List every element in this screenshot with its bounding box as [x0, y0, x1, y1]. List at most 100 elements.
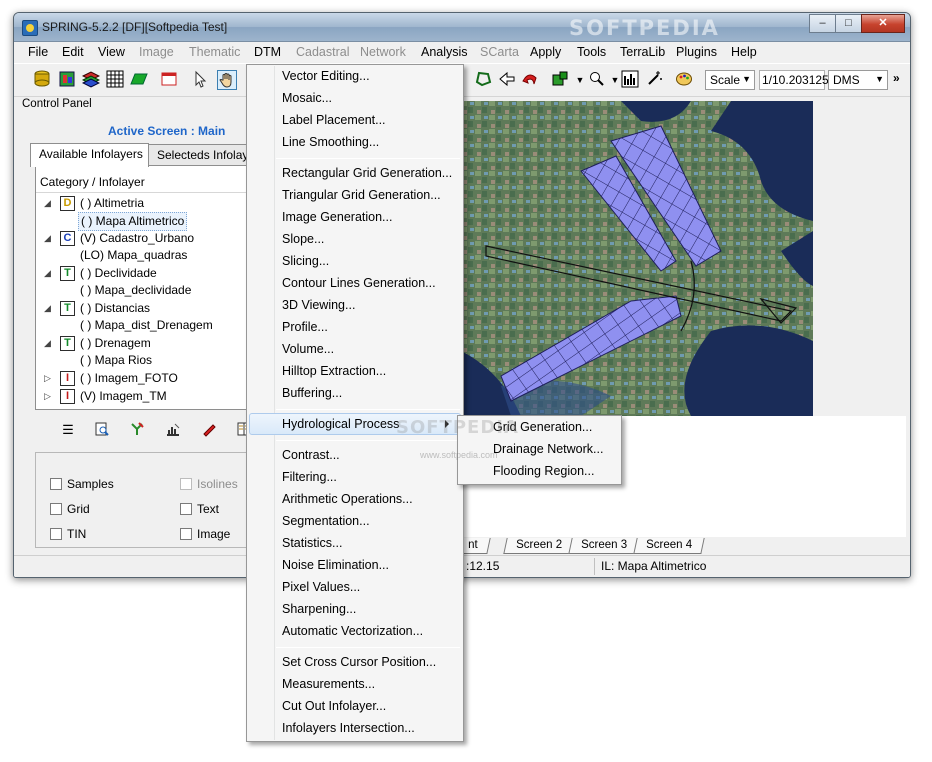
- histogram-icon[interactable]: [620, 70, 640, 90]
- grid-checkbox[interactable]: Grid: [50, 502, 90, 516]
- menu-help[interactable]: Help: [731, 45, 757, 59]
- undo-icon[interactable]: [520, 70, 540, 90]
- parallelogram-icon[interactable]: [129, 70, 149, 90]
- checkbox-label: Grid: [67, 502, 90, 516]
- image-checkbox[interactable]: Image: [180, 527, 230, 541]
- menu-cadastral[interactable]: Cadastral: [296, 45, 350, 59]
- menu-item-contrast[interactable]: Contrast...: [282, 444, 340, 466]
- isolines-checkbox[interactable]: Isolines: [180, 477, 238, 491]
- menu-item-mosaic[interactable]: Mosaic...: [282, 87, 332, 109]
- pen-icon[interactable]: [200, 421, 218, 439]
- menu-analysis[interactable]: Analysis: [421, 45, 468, 59]
- sparkle-icon[interactable]: [644, 70, 664, 90]
- menu-item-cut-out-infolayer[interactable]: Cut Out Infolayer...: [282, 695, 386, 717]
- menu-item-image-generation[interactable]: Image Generation...: [282, 206, 392, 228]
- toolbar-overflow-button[interactable]: »: [893, 71, 900, 85]
- scale-select[interactable]: Scale: [705, 70, 755, 90]
- expand-arrow-icon[interactable]: ◢: [44, 230, 51, 247]
- menu-item-rectangular-grid[interactable]: Rectangular Grid Generation...: [282, 162, 452, 184]
- menu-item-slicing[interactable]: Slicing...: [282, 250, 329, 272]
- menu-terralib[interactable]: TerraLib: [620, 45, 665, 59]
- expand-arrow-icon[interactable]: ◢: [44, 300, 51, 317]
- menu-item-automatic-vectorization[interactable]: Automatic Vectorization...: [282, 620, 423, 642]
- menu-item-measurements[interactable]: Measurements...: [282, 673, 375, 695]
- menu-item-slope[interactable]: Slope...: [282, 228, 324, 250]
- database-icon[interactable]: [32, 70, 52, 90]
- title-bar[interactable]: SPRING-5.2.2 [DF][Softpedia Test] SOFTPE…: [14, 13, 910, 42]
- minimize-button[interactable]: –: [809, 14, 836, 33]
- arrow-left-icon[interactable]: [497, 70, 517, 90]
- polygon-select-icon[interactable]: [473, 70, 493, 90]
- softpedia-watermark: SOFTPEDIA: [569, 16, 720, 40]
- menu-apply[interactable]: Apply: [530, 45, 561, 59]
- menu-item-profile[interactable]: Profile...: [282, 316, 328, 338]
- menu-item-volume[interactable]: Volume...: [282, 338, 334, 360]
- menu-item-contour-lines[interactable]: Contour Lines Generation...: [282, 272, 436, 294]
- image-stack-icon[interactable]: [57, 70, 77, 90]
- satellite-map[interactable]: [461, 101, 813, 416]
- menu-item-buffering[interactable]: Buffering...: [282, 382, 342, 404]
- menu-edit[interactable]: Edit: [62, 45, 84, 59]
- tree-item-label: (LO) Mapa_quadras: [80, 248, 188, 262]
- list-icon[interactable]: ☰: [59, 421, 77, 439]
- menu-item-arithmetic-operations[interactable]: Arithmetic Operations...: [282, 488, 413, 510]
- menu-image[interactable]: Image: [139, 45, 174, 59]
- tree-column-header[interactable]: Category / Infolayer: [40, 175, 145, 189]
- tab-screen-2[interactable]: Screen 2: [503, 538, 575, 554]
- close-button[interactable]: ✕: [861, 14, 905, 33]
- tab-available-infolayers[interactable]: Available Infolayers: [30, 143, 149, 167]
- maximize-button[interactable]: □: [835, 14, 862, 33]
- menu-item-statistics[interactable]: Statistics...: [282, 532, 342, 554]
- menu-thematic[interactable]: Thematic: [189, 45, 240, 59]
- menu-view[interactable]: View: [98, 45, 125, 59]
- palette-icon[interactable]: [674, 70, 694, 90]
- tab-screen-4[interactable]: Screen 4: [633, 538, 705, 554]
- color-box-icon[interactable]: [550, 70, 570, 90]
- menu-item-noise-elimination[interactable]: Noise Elimination...: [282, 554, 389, 576]
- menu-item-label-placement[interactable]: Label Placement...: [282, 109, 386, 131]
- menu-plugins[interactable]: Plugins: [676, 45, 717, 59]
- collapse-arrow-icon[interactable]: ▷: [44, 370, 51, 387]
- menu-item-line-smoothing[interactable]: Line Smoothing...: [282, 131, 379, 153]
- expand-arrow-icon[interactable]: ◢: [44, 265, 51, 282]
- menu-item-pixel-values[interactable]: Pixel Values...: [282, 576, 360, 598]
- cursor-icon[interactable]: [190, 70, 210, 90]
- chart-edit-icon[interactable]: [164, 421, 182, 439]
- tree-item-label: ( ) Mapa Rios: [80, 353, 153, 367]
- menu-item-3d-viewing[interactable]: 3D Viewing...: [282, 294, 355, 316]
- menu-item-filtering[interactable]: Filtering...: [282, 466, 337, 488]
- menu-item-infolayers-intersection[interactable]: Infolayers Intersection...: [282, 717, 415, 739]
- thematic-category-icon: T: [60, 266, 75, 281]
- expand-arrow-icon[interactable]: ◢: [44, 335, 51, 352]
- menu-network[interactable]: Network: [360, 45, 406, 59]
- menu-item-hydrological-process[interactable]: Hydrological Process: [282, 413, 399, 435]
- expand-arrow-icon[interactable]: ◢: [44, 195, 51, 212]
- text-checkbox[interactable]: Text: [180, 502, 219, 516]
- coordinate-format-select[interactable]: DMS: [828, 70, 888, 90]
- softpedia-url-watermark: www.softpedia.com: [420, 450, 498, 460]
- menu-item-set-cross-cursor[interactable]: Set Cross Cursor Position...: [282, 651, 436, 673]
- menu-item-drainage-network[interactable]: Drainage Network...: [493, 438, 603, 460]
- menu-item-triangular-grid[interactable]: Triangular Grid Generation...: [282, 184, 441, 206]
- menu-item-sharpening[interactable]: Sharpening...: [282, 598, 356, 620]
- menu-item-segmentation[interactable]: Segmentation...: [282, 510, 370, 532]
- pan-hand-icon[interactable]: [217, 70, 237, 90]
- zoom-doc-icon[interactable]: [93, 421, 111, 439]
- tab-screen-3[interactable]: Screen 3: [568, 538, 640, 554]
- tree-edit-icon[interactable]: [128, 421, 146, 439]
- tin-checkbox[interactable]: TIN: [50, 527, 86, 541]
- zoom-in-icon[interactable]: [587, 70, 607, 90]
- menu-tools[interactable]: Tools: [577, 45, 606, 59]
- menu-item-vector-editing[interactable]: Vector Editing...: [282, 65, 370, 87]
- menu-item-flooding-region[interactable]: Flooding Region...: [493, 460, 594, 482]
- menu-scarta[interactable]: SCarta: [480, 45, 519, 59]
- scale-value-input[interactable]: 1/10.203125: [759, 70, 829, 90]
- menu-file[interactable]: File: [28, 45, 48, 59]
- collapse-arrow-icon[interactable]: ▷: [44, 388, 51, 405]
- grid-icon[interactable]: [105, 70, 125, 90]
- window-icon[interactable]: [159, 70, 179, 90]
- menu-dtm[interactable]: DTM: [254, 45, 281, 59]
- samples-checkbox[interactable]: Samples: [50, 477, 114, 491]
- menu-item-hilltop-extraction[interactable]: Hilltop Extraction...: [282, 360, 386, 382]
- layers-icon[interactable]: [81, 70, 101, 90]
